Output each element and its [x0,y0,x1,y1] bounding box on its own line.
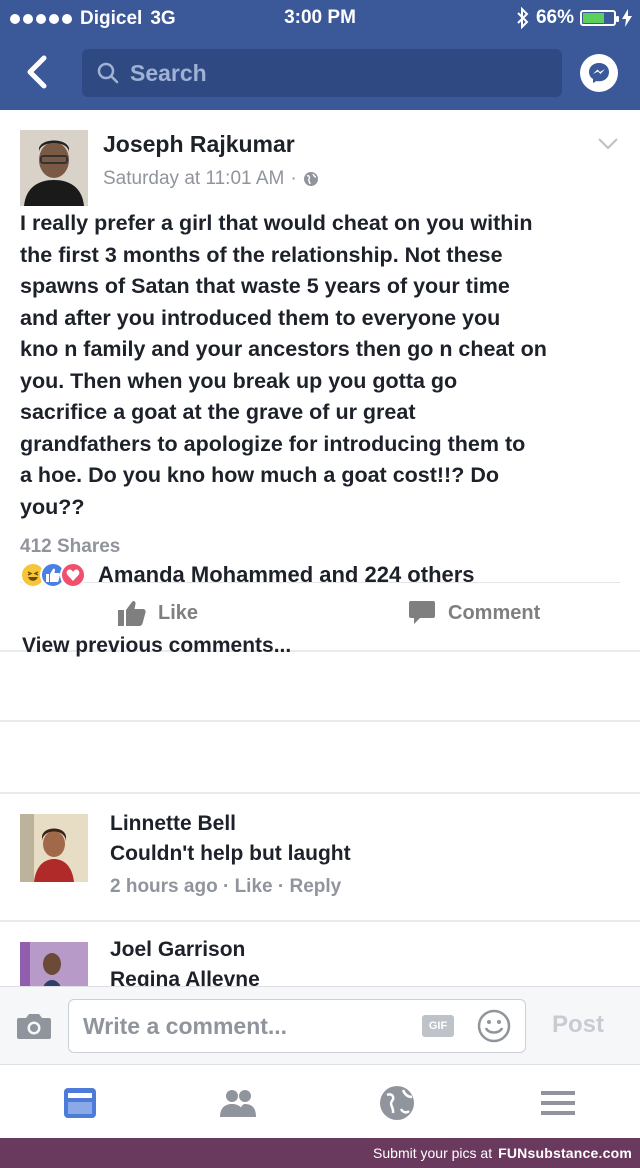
bottom-tab-bar [0,1064,640,1138]
post-text-line: kno n family and your ancestors then go … [20,337,547,361]
news-feed-icon[interactable] [60,1083,100,1123]
like-button[interactable]: Like [118,600,198,626]
status-bar: Digicel 3G 3:00 PM 66% [0,0,640,38]
post-text-line: spawns of Satan that waste 5 years of yo… [20,274,510,298]
globe-icon [303,172,318,186]
battery-icon [580,10,619,26]
post-text-line: a hoe. Do you kno how much a goat cost!!… [20,463,499,487]
section-separator [0,720,640,722]
nav-bar: Search [0,38,640,110]
watermark-footer: Submit your pics at FUNsubstance.com [0,1138,640,1168]
friends-icon[interactable] [218,1083,258,1123]
reactions-text: Amanda Mohammed and 224 others [98,562,475,587]
comment-input-placeholder: Write a comment... [83,1012,288,1039]
post-timestamp[interactable]: Saturday at 11:01 AM [103,168,284,190]
post-text-line: you?? [20,494,85,519]
comment-label: Comment [448,601,541,624]
camera-icon[interactable] [16,1011,52,1041]
search-placeholder: Search [130,59,207,86]
comment-input[interactable]: Write a comment... [68,999,526,1053]
search-input[interactable]: Search [82,49,562,97]
messenger-icon [589,63,609,83]
post-text-line: I really prefer a girl that would cheat … [20,211,533,235]
post-options-chevron-icon[interactable] [596,136,620,152]
bluetooth-icon [517,7,529,29]
comment-text: Regina Allevne [110,968,260,986]
post-comment-button[interactable]: Post [552,1011,604,1039]
gif-button[interactable]: GIF [422,1015,454,1037]
globe-notifications-icon[interactable] [377,1083,417,1123]
author-avatar[interactable] [20,130,88,206]
post-text-line: and after you introduced them to everyon… [20,305,501,330]
messenger-button[interactable] [580,54,618,92]
commenter-name[interactable]: Linnette Bell [110,812,236,836]
comment-bubble-icon [409,601,435,624]
comment-time[interactable]: 2 hours ago [110,876,218,897]
comment-item: Joel Garrison Regina Allevne [0,938,640,986]
post-text-line: grandfathers to apologize for introducin… [20,431,526,456]
post-text-line: the first 3 months of the relationship. … [20,242,503,267]
section-separator [0,792,640,794]
comment-meta: 2 hours ago · Like · Reply [110,876,341,898]
comment-reply-link[interactable]: Reply [290,876,342,897]
comment-composer: Write a comment... GIF Post [0,986,640,1064]
thumbs-up-icon [118,600,146,626]
comment-like-link[interactable]: Like [235,876,273,897]
search-icon [97,62,119,84]
post-text: I really prefer a girl that would cheat … [20,208,624,523]
back-button[interactable] [22,52,58,92]
post-meta: Saturday at 11:01 AM · [103,168,319,190]
commenter-avatar[interactable] [20,942,88,986]
meta-separator: · [277,876,285,897]
comment-button[interactable]: Comment [408,600,540,626]
commenter-avatar[interactable] [20,814,88,882]
reaction-icons [20,562,86,588]
comment-text: Couldn't help but laught [110,842,351,865]
section-separator [0,920,640,922]
post-author[interactable]: Joseph Rajkumar [103,131,295,158]
menu-icon[interactable] [538,1083,578,1123]
meta-separator: · [222,876,230,897]
shares-count[interactable]: 412 Shares [20,536,120,558]
post-text-line: you. Then when you break up you gotta go [20,368,458,393]
commenter-name[interactable]: Joel Garrison [110,938,245,962]
footer-text: Submit your pics at [373,1145,493,1161]
status-right: 66% [516,7,632,29]
footer-brand: FUNsubstance.com [498,1145,632,1161]
charging-icon [622,9,632,27]
battery-percent: 66% [535,7,574,28]
like-label: Like [158,601,199,624]
reactions-summary[interactable]: Amanda Mohammed and 224 others [20,562,475,588]
view-previous-comments-link[interactable]: View previous comments... [22,634,291,658]
emoji-icon[interactable] [477,1009,511,1043]
love-icon [60,562,86,588]
chevron-left-icon [27,55,47,89]
post-text-line: sacrifice a goat at the grave of ur grea… [20,400,416,424]
meta-separator: · [290,168,297,189]
